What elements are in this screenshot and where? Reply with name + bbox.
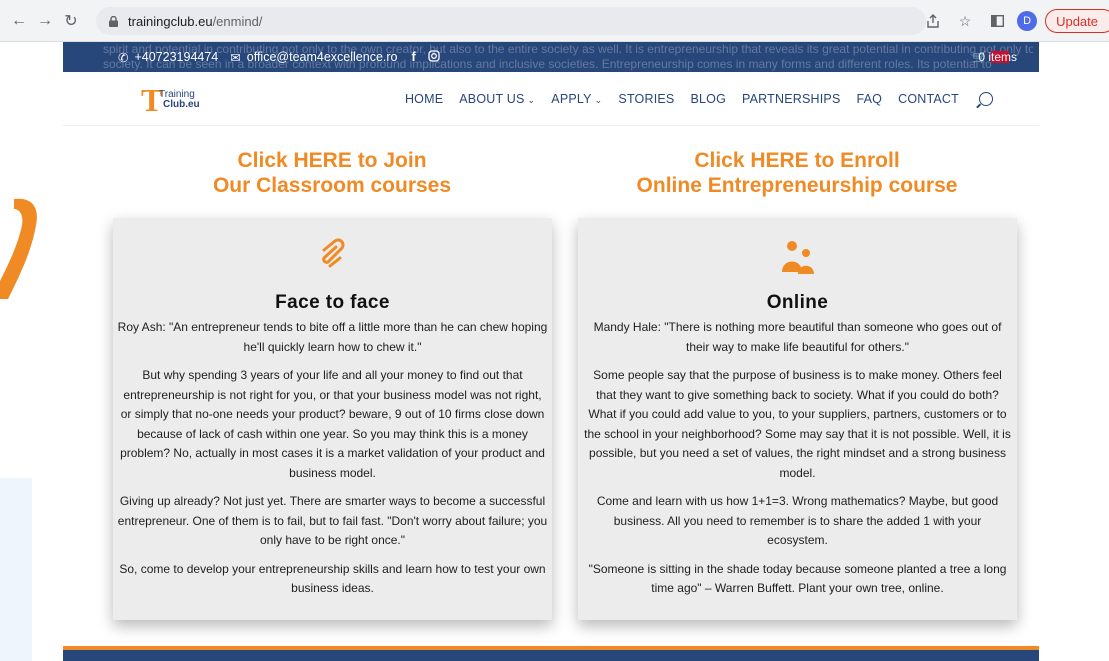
headline-line: Click HERE to Enroll — [694, 149, 900, 172]
nav-partnerships[interactable]: PARTNERSHIPS — [742, 92, 841, 106]
browser-toolbar: ← → ↻ trainingclub.eu/enmind/ ☆ D Update — [0, 0, 1109, 42]
side-panel-background — [0, 478, 32, 661]
side-panel-icon[interactable] — [985, 9, 1009, 33]
email-icon: ✉ — [230, 50, 241, 65]
classroom-courses-link[interactable]: Click HERE to Join Our Classroom courses — [112, 148, 552, 198]
chevron-down-icon: ⌄ — [527, 95, 536, 105]
face-to-face-card: Face to face Roy Ash: "An entrepreneur t… — [113, 218, 552, 620]
card-paragraph: Mandy Hale: "There is nothing more beaut… — [593, 320, 1002, 354]
headline-line: Online Entrepreneurship course — [636, 174, 958, 197]
chevron-down-icon: ⌄ — [594, 95, 603, 105]
back-arrow-icon[interactable]: ← — [8, 10, 30, 32]
nav-blog[interactable]: BLOG — [690, 92, 726, 106]
users-icon — [582, 228, 1013, 284]
paperclip-icon — [117, 228, 548, 284]
card-paragraph: Come and learn with us how 1+1=3. Wrong … — [596, 494, 999, 547]
nav-about-us-label: ABOUT US — [459, 92, 525, 106]
card-paragraph: "Someone is sitting in the shade today b… — [588, 561, 1007, 596]
nav-home[interactable]: HOME — [405, 92, 443, 106]
forward-arrow-icon[interactable]: → — [34, 10, 56, 32]
share-icon[interactable] — [921, 9, 945, 33]
address-bar[interactable]: trainingclub.eu/enmind/ — [96, 7, 926, 35]
headline-line: Click HERE to Join — [237, 149, 427, 172]
email-address[interactable]: office@team4excellence.ro — [247, 50, 398, 64]
url-path: /enmind/ — [212, 13, 263, 29]
nav-faq[interactable]: FAQ — [857, 92, 883, 106]
decorative-brush-stroke — [0, 198, 37, 299]
site-logo[interactable]: T Training Club.eu — [141, 84, 201, 116]
card-paragraph: So, come to develop your entrepreneurshi… — [119, 561, 546, 596]
nav-about-us[interactable]: ABOUT US ⌄ — [459, 92, 535, 106]
card-paragraph: But why spending 3 years of your life an… — [120, 368, 545, 480]
update-button[interactable]: Update — [1045, 9, 1109, 33]
footer-bar — [63, 650, 1039, 661]
card-title: Face to face — [275, 292, 390, 313]
profile-avatar[interactable]: D — [1017, 11, 1038, 31]
card-paragraph: Giving up already? Not just yet. There a… — [117, 494, 548, 547]
bookmark-star-icon[interactable]: ☆ — [953, 9, 977, 33]
online-course-link[interactable]: Click HERE to Enroll Online Entrepreneur… — [577, 148, 1017, 198]
nav-apply[interactable]: APPLY ⌄ — [551, 92, 602, 106]
nav-contact[interactable]: CONTACT — [898, 92, 959, 106]
main-navigation: HOME ABOUT US ⌄ APPLY ⌄ STORIES BLOG PARTN… — [405, 72, 993, 126]
instagram-icon[interactable] — [428, 49, 440, 65]
phone-icon: ✆ — [118, 50, 129, 65]
phone-number[interactable]: +40723194474 — [134, 50, 218, 64]
lock-icon — [108, 15, 118, 27]
online-card: Online Mandy Hale: "There is nothing mor… — [578, 218, 1017, 620]
cart-items-count[interactable]: 0 items — [978, 50, 1017, 64]
url-host: trainingclub.eu — [128, 13, 213, 29]
facebook-icon[interactable]: f — [411, 50, 415, 64]
card-title: Online — [766, 292, 829, 313]
nav-stories[interactable]: STORIES — [618, 92, 674, 106]
site-header: T Training Club.eu HOME ABOUT US ⌄ APPLY ⌄… — [63, 72, 1039, 126]
reload-icon[interactable]: ↻ — [60, 10, 82, 32]
card-paragraph: Some people say that the purpose of busi… — [584, 368, 1011, 480]
search-icon[interactable] — [979, 92, 993, 106]
card-paragraph: Roy Ash: "An entrepreneur tends to bite … — [117, 320, 548, 354]
site-top-bar: spirit and potential in contributing not… — [63, 42, 1039, 72]
headline-line: Our Classroom courses — [212, 174, 452, 197]
logo-text-club: Club.eu — [163, 99, 200, 110]
nav-apply-label: APPLY — [551, 92, 592, 106]
